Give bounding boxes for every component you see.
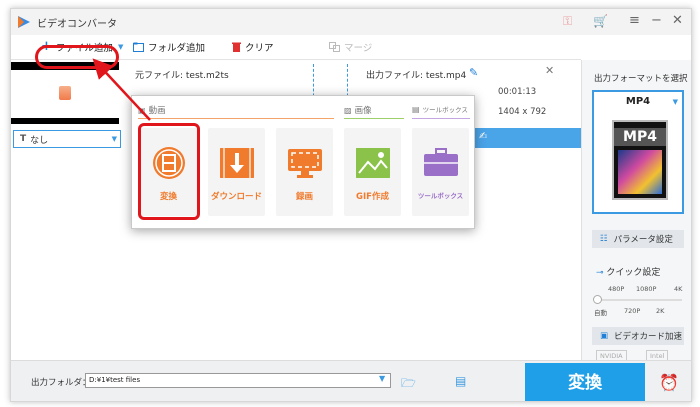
arrow-line bbox=[92, 58, 151, 121]
annotation-arrow bbox=[92, 58, 151, 121]
